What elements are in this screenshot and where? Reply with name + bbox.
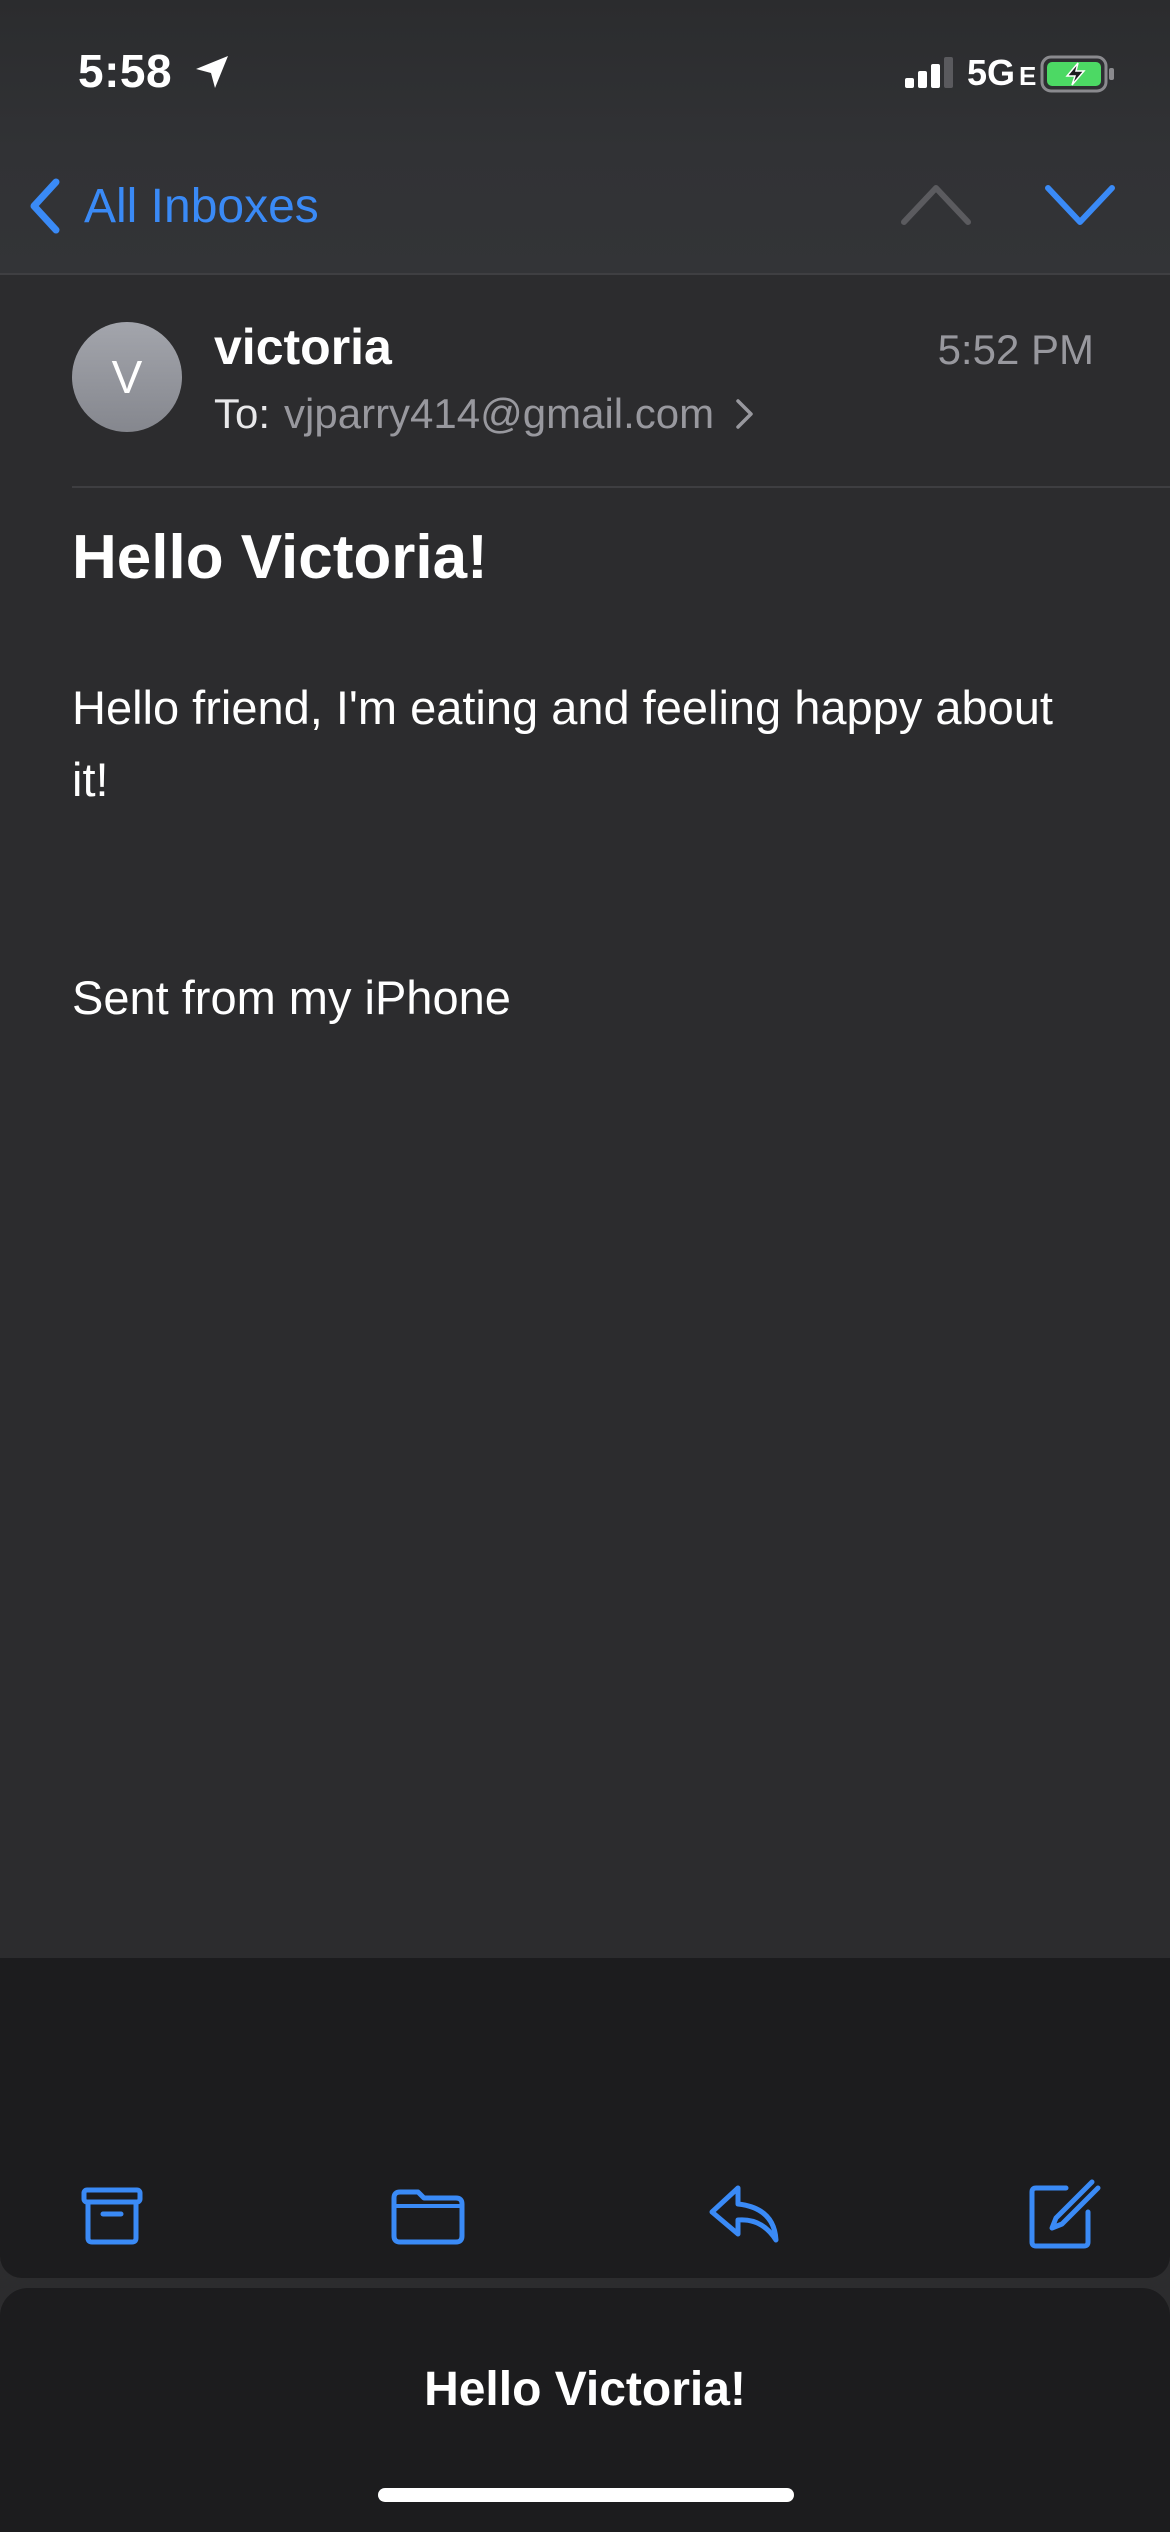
chevron-down-icon bbox=[1045, 185, 1115, 225]
to-label: To: bbox=[214, 390, 271, 437]
chevron-left-icon bbox=[30, 178, 60, 234]
network-type-suffix: E bbox=[1019, 61, 1037, 91]
reply-arrow-icon bbox=[709, 2185, 779, 2243]
battery-charging-icon bbox=[1040, 55, 1114, 93]
navigation-header: 5:58 5G E All Inboxes bbox=[0, 0, 1170, 275]
draft-title: Hello Victoria! bbox=[424, 2363, 746, 2416]
header-divider bbox=[72, 486, 1170, 488]
back-to-inboxes-button[interactable]: All Inboxes bbox=[24, 170, 319, 242]
home-indicator[interactable] bbox=[378, 2488, 794, 2502]
chevron-up-icon bbox=[901, 185, 971, 225]
mail-message-screen: 5:58 5G E All Inboxes V victoria 5:52 PM… bbox=[0, 0, 1170, 2532]
bottom-toolbar bbox=[0, 1958, 1170, 2278]
compose-button[interactable] bbox=[1022, 2174, 1102, 2254]
message-subject: Hello Victoria! bbox=[72, 523, 488, 592]
location-arrow-icon bbox=[196, 56, 228, 88]
archive-box-icon bbox=[81, 2187, 143, 2245]
reply-button[interactable] bbox=[704, 2174, 784, 2254]
compose-icon bbox=[1029, 2179, 1101, 2249]
folder-icon bbox=[391, 2189, 465, 2245]
network-type: 5G E bbox=[967, 52, 1036, 94]
cellular-signal-icon bbox=[905, 57, 953, 88]
network-type-label: 5G bbox=[967, 52, 1016, 93]
move-to-folder-button[interactable] bbox=[388, 2174, 468, 2254]
sender-name[interactable]: victoria bbox=[214, 318, 392, 376]
back-button-label: All Inboxes bbox=[84, 179, 319, 233]
received-time: 5:52 PM bbox=[937, 326, 1094, 373]
chevron-right-icon bbox=[736, 399, 753, 429]
message-signature: Sent from my iPhone bbox=[72, 971, 511, 1024]
recipient-details-row[interactable]: To: vjparry414@gmail.com bbox=[214, 384, 756, 444]
message-body: Hello friend, I'm eating and feeling hap… bbox=[72, 681, 1053, 806]
recipient-address: vjparry414@gmail.com bbox=[284, 390, 715, 437]
next-message-button[interactable] bbox=[1044, 178, 1116, 230]
previous-message-button[interactable] bbox=[900, 178, 972, 230]
archive-button[interactable] bbox=[72, 2174, 152, 2254]
status-bar-time: 5:58 bbox=[78, 45, 173, 97]
sender-avatar[interactable]: V bbox=[72, 322, 182, 432]
